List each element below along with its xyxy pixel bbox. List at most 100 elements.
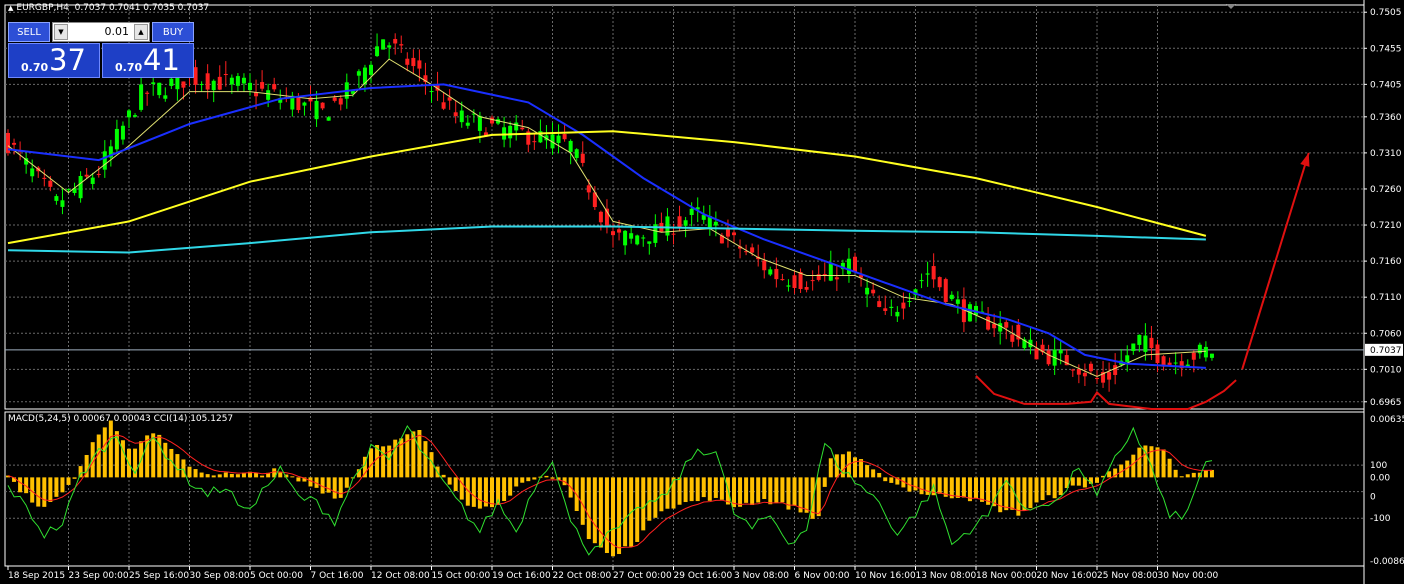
macd-histogram-bar bbox=[980, 477, 985, 502]
candle-body bbox=[272, 84, 277, 90]
macd-histogram-bar bbox=[453, 477, 458, 492]
candle-body bbox=[211, 80, 216, 91]
macd-histogram-bar bbox=[623, 477, 628, 547]
macd-histogram-bar bbox=[617, 477, 622, 555]
macd-histogram-bar bbox=[338, 477, 343, 498]
macd-histogram-bar bbox=[163, 442, 168, 478]
macd-histogram-bar bbox=[145, 435, 150, 478]
macd-histogram-bar bbox=[1052, 477, 1057, 499]
candle-body bbox=[477, 115, 482, 131]
time-tick-label: 18 Sep 2015 bbox=[8, 571, 65, 581]
candle-body bbox=[193, 67, 198, 85]
macd-histogram-bar bbox=[586, 477, 591, 540]
sell-price-prefix: 0.70 bbox=[21, 61, 49, 74]
candle-body bbox=[520, 127, 525, 130]
candle-body bbox=[1046, 350, 1051, 365]
candle-body bbox=[90, 177, 95, 184]
candle-body bbox=[883, 308, 888, 311]
lot-size-value[interactable]: 0.01 bbox=[105, 25, 130, 38]
candle-body bbox=[1203, 346, 1208, 358]
candle-body bbox=[1088, 363, 1093, 372]
macd-histogram-bar bbox=[1095, 477, 1099, 483]
macd-histogram-bar bbox=[544, 475, 549, 478]
candle-body bbox=[532, 141, 537, 143]
macd-histogram-bar bbox=[326, 477, 331, 493]
candle-body bbox=[671, 233, 676, 235]
macd-histogram-bar bbox=[865, 465, 870, 478]
candle-body bbox=[1082, 372, 1087, 377]
candle-body bbox=[834, 277, 839, 280]
candle-body bbox=[114, 128, 119, 150]
candle-body bbox=[241, 77, 246, 84]
buy-button[interactable]: BUY bbox=[152, 22, 194, 42]
candle-body bbox=[302, 102, 307, 106]
candle-body bbox=[955, 299, 960, 304]
candle-body bbox=[925, 273, 930, 275]
time-tick-label: 13 Nov 08:00 bbox=[916, 571, 977, 581]
time-tick-label: 25 Sep 16:00 bbox=[129, 571, 189, 581]
macd-histogram-bar bbox=[883, 477, 888, 482]
candle-body bbox=[846, 258, 851, 274]
price-tick-label: 0.6965 bbox=[1370, 398, 1402, 408]
forecast-arrow-head bbox=[1300, 152, 1310, 167]
time-tick-label: 19 Oct 16:00 bbox=[492, 571, 551, 581]
candle-body bbox=[84, 174, 89, 177]
macd-histogram-bar bbox=[42, 477, 47, 507]
collapse-icon[interactable]: ▲ bbox=[8, 4, 13, 12]
buy-price-quote[interactable]: 0.70 41 bbox=[102, 43, 194, 78]
main-window-frame bbox=[4, 4, 1365, 410]
macd-histogram-bar bbox=[260, 475, 265, 478]
macd-histogram-bar bbox=[217, 474, 222, 478]
candle-body bbox=[629, 233, 634, 239]
macd-histogram-bar bbox=[332, 477, 337, 499]
macd-histogram-bar bbox=[102, 427, 107, 478]
candle-body bbox=[229, 77, 234, 85]
chevron-down-icon[interactable]: ▼ bbox=[54, 24, 68, 40]
candle-body bbox=[205, 73, 210, 90]
macd-histogram-bar bbox=[490, 477, 494, 508]
candle-body bbox=[429, 91, 434, 93]
candle-body bbox=[1010, 334, 1015, 342]
candle-body bbox=[641, 237, 646, 239]
sell-button[interactable]: SELL bbox=[8, 22, 50, 42]
candle-body bbox=[810, 280, 815, 282]
time-tick-label: 30 Sep 08:00 bbox=[190, 571, 250, 581]
candle-body bbox=[157, 82, 162, 96]
macd-histogram-bar bbox=[998, 477, 1003, 513]
sell-price-quote[interactable]: 0.70 37 bbox=[8, 43, 100, 78]
candle-body bbox=[762, 260, 767, 271]
one-click-trading-panel: SELL ▼ 0.01 ▲ BUY 0.70 37 0.70 41 bbox=[8, 22, 194, 78]
macd-histogram-bar bbox=[514, 477, 519, 487]
candle-body bbox=[750, 247, 755, 253]
price-tick-label: 0.7505 bbox=[1370, 8, 1402, 18]
candle-body bbox=[580, 153, 585, 163]
macd-histogram-bar bbox=[205, 474, 210, 478]
candle-body bbox=[635, 235, 640, 245]
cci-axis-label: -100 bbox=[1370, 514, 1391, 524]
macd-histogram-bar bbox=[647, 477, 652, 521]
candle-body bbox=[223, 74, 228, 76]
ohlc-values: 0.7037 0.7041 0.7035 0.7037 bbox=[74, 3, 210, 13]
macd-histogram-bar bbox=[828, 458, 833, 478]
macd-histogram-bar bbox=[187, 466, 192, 478]
candle-body bbox=[556, 135, 561, 143]
time-tick-label: 12 Oct 08:00 bbox=[371, 571, 430, 581]
candle-body bbox=[30, 168, 35, 177]
price-tick-label: 0.7010 bbox=[1370, 365, 1402, 375]
buy-price-pips: 41 bbox=[143, 43, 180, 77]
lot-size-field[interactable]: ▼ 0.01 ▲ bbox=[52, 22, 150, 42]
macd-histogram-bar bbox=[853, 457, 857, 478]
macd-histogram-bar bbox=[792, 477, 797, 506]
candle-body bbox=[574, 149, 579, 158]
current-price-label: 0.7037 bbox=[1370, 346, 1402, 356]
pattern-arc bbox=[975, 375, 1237, 410]
time-tick-label: 18 Nov 00:00 bbox=[976, 571, 1037, 581]
candle-body bbox=[332, 97, 337, 101]
candle-body bbox=[713, 221, 718, 226]
macd-histogram-bar bbox=[157, 434, 162, 478]
chevron-up-icon[interactable]: ▲ bbox=[134, 24, 148, 40]
macd-histogram-bar bbox=[992, 477, 997, 507]
cci-axis-label: 0 bbox=[1370, 493, 1376, 503]
candle-body bbox=[768, 269, 773, 275]
macd-histogram-bar bbox=[1058, 477, 1063, 496]
